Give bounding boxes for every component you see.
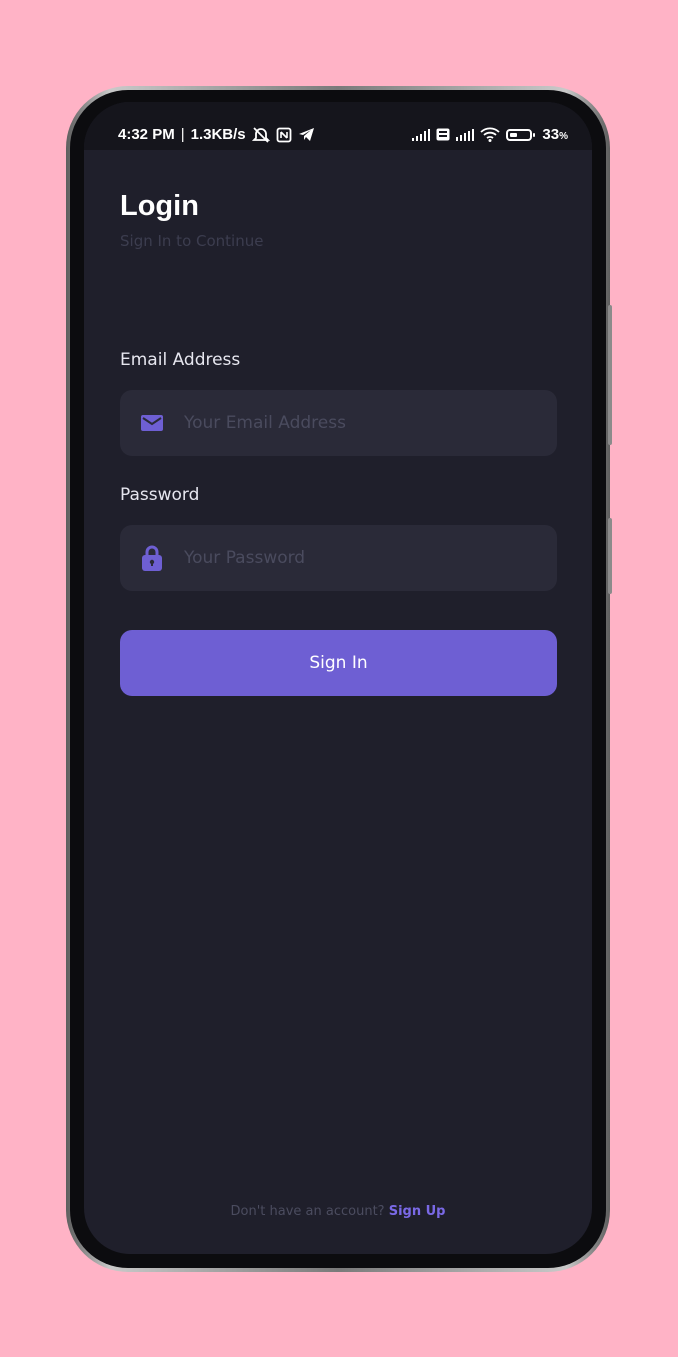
- sign-up-link[interactable]: Sign Up: [389, 1204, 446, 1219]
- alarm-off-icon: [251, 126, 270, 143]
- status-separator: |: [180, 126, 185, 143]
- status-time: 4:32 PM: [118, 126, 175, 143]
- status-net-speed: 1.3KB/s: [190, 126, 246, 143]
- signal-icon: [412, 128, 431, 141]
- email-input[interactable]: [184, 390, 557, 456]
- wifi-icon: [480, 127, 501, 142]
- sign-in-button[interactable]: Sign In: [120, 630, 557, 696]
- status-bar: 4:32 PM | 1.3KB/s 33%: [84, 102, 592, 150]
- app-screen: 4:32 PM | 1.3KB/s 33% Login Sign In to C…: [84, 102, 592, 1254]
- password-input[interactable]: [184, 525, 557, 591]
- nfc-icon: [276, 127, 292, 143]
- page-title: Login: [120, 190, 199, 222]
- battery-icon: [506, 128, 536, 141]
- status-bar-left: 4:32 PM | 1.3KB/s: [118, 126, 315, 143]
- page-subtitle: Sign In to Continue: [120, 232, 264, 250]
- password-field-container: [120, 525, 557, 591]
- signup-prompt: Don't have an account? Sign Up: [120, 1204, 556, 1219]
- signup-prompt-text: Don't have an account?: [230, 1204, 385, 1219]
- 4g-signal-icon: [456, 128, 475, 141]
- email-field-container: [120, 390, 557, 456]
- telegram-icon: [298, 127, 315, 142]
- battery-percent: 33%: [542, 126, 568, 143]
- power-button: [608, 518, 612, 594]
- status-bar-right: 33%: [412, 126, 568, 143]
- password-label: Password: [120, 485, 200, 505]
- volte-icon: [436, 128, 450, 141]
- phone-bezel: 4:32 PM | 1.3KB/s 33% Login Sign In to C…: [70, 90, 606, 1268]
- volume-button: [608, 305, 612, 445]
- phone-frame: 4:32 PM | 1.3KB/s 33% Login Sign In to C…: [66, 86, 610, 1272]
- mail-icon: [120, 415, 184, 431]
- lock-icon: [120, 545, 184, 571]
- email-label: Email Address: [120, 350, 241, 370]
